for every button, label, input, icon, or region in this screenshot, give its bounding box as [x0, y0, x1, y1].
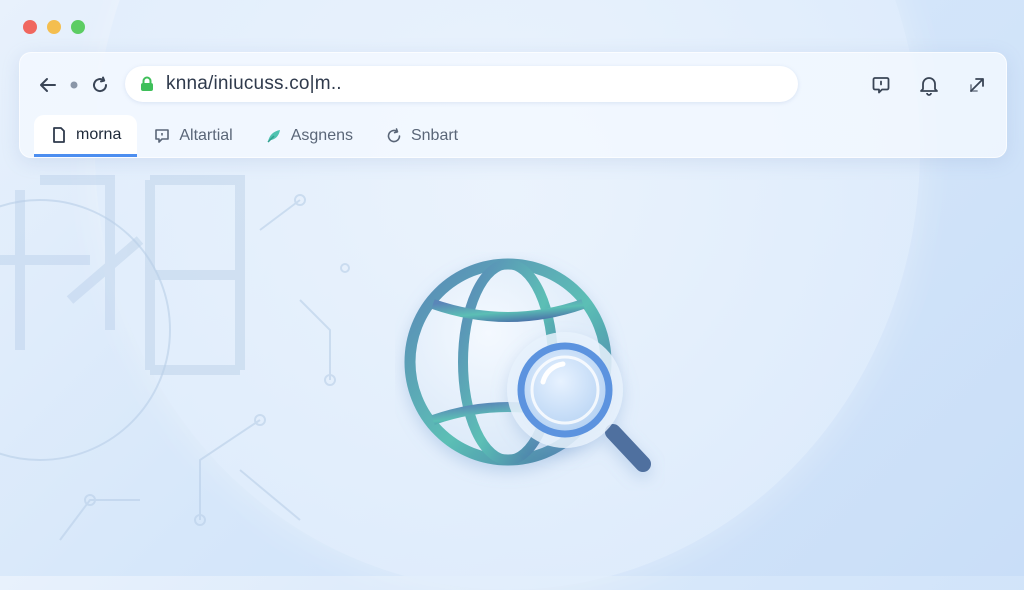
- reload-button[interactable]: [88, 73, 112, 97]
- window-controls: [23, 20, 85, 34]
- tab-asgnens[interactable]: Asgnens: [249, 115, 369, 157]
- address-bar[interactable]: knna/iniucuss.co|m..: [125, 66, 798, 102]
- document-icon: [50, 126, 68, 144]
- reload-icon: [93, 76, 108, 93]
- url-text[interactable]: knna/iniucuss.co|m..: [166, 73, 342, 95]
- tab-morna[interactable]: morna: [34, 115, 138, 157]
- tab-label: morna: [76, 125, 122, 143]
- tab-label: Altartial: [179, 127, 233, 144]
- globe-search-icon: [404, 258, 651, 472]
- close-button[interactable]: [23, 20, 37, 34]
- tab-altartial[interactable]: Altartial: [137, 115, 248, 157]
- bell-icon: [920, 77, 938, 96]
- notifications-button[interactable]: [917, 73, 941, 97]
- minimize-button[interactable]: [47, 20, 61, 34]
- expand-button[interactable]: [965, 73, 989, 97]
- chat-icon: [872, 77, 890, 94]
- nav-dot: [62, 73, 86, 97]
- arrow-left-icon: [40, 78, 56, 92]
- maximize-button[interactable]: [71, 20, 85, 34]
- tab-label: Snbart: [410, 127, 459, 144]
- dot-icon: [70, 81, 78, 89]
- leaf-icon: [265, 127, 283, 145]
- tab-strip: morna Altartial Asgnens Snbart: [34, 115, 474, 157]
- chat-button[interactable]: [869, 73, 893, 97]
- refresh-icon: [385, 127, 403, 145]
- tab-label: Asgnens: [290, 127, 353, 144]
- expand-icon: [970, 78, 984, 92]
- comment-icon: [153, 127, 171, 145]
- lock-icon: [140, 76, 154, 92]
- tab-snbart[interactable]: Snbart: [369, 115, 474, 157]
- browser-toolbar: knna/iniucuss.co|m.. morna Altartial Asg…: [19, 52, 1007, 158]
- back-button[interactable]: [36, 73, 60, 97]
